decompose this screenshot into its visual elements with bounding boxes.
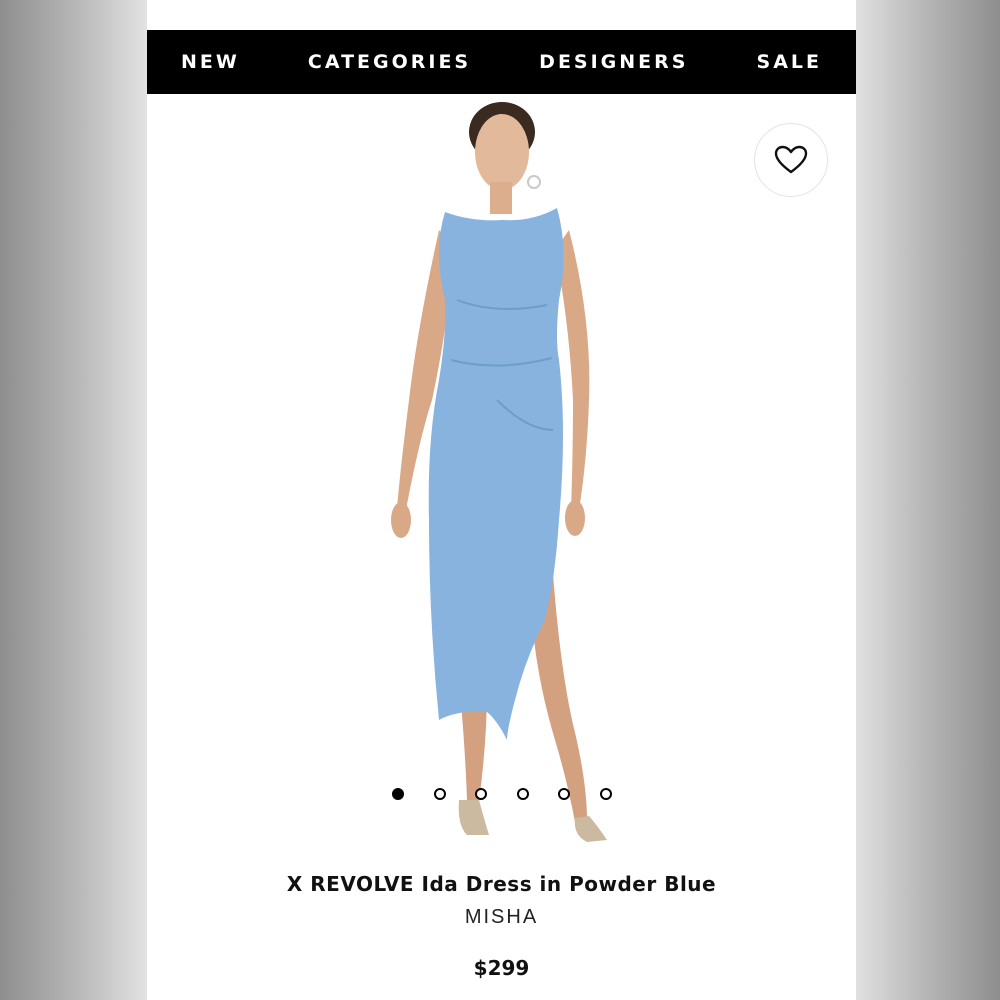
carousel-dot-6[interactable] (599, 788, 612, 800)
carousel-dot-5[interactable] (558, 788, 571, 800)
image-carousel-indicator (392, 786, 612, 802)
model-illustration (391, 102, 607, 842)
product-image[interactable] (347, 100, 647, 860)
carousel-dot-4[interactable] (516, 788, 529, 800)
top-nav: NEW CATEGORIES DESIGNERS SALE (147, 30, 856, 94)
carousel-dot-2[interactable] (433, 788, 446, 800)
product-title: X REVOLVE Ida Dress in Powder Blue (286, 872, 717, 896)
favorite-button[interactable] (754, 123, 828, 197)
nav-item-sale[interactable]: SALE (757, 51, 822, 73)
nav-item-new[interactable]: NEW (181, 51, 240, 73)
nav-item-categories[interactable]: CATEGORIES (308, 51, 471, 73)
carousel-dot-3[interactable] (475, 788, 488, 800)
phone-screen: NEW CATEGORIES DESIGNERS SALE X REVOLVE … (147, 0, 856, 1000)
carousel-dot-1[interactable] (392, 788, 404, 800)
product-price: $299 (473, 956, 530, 980)
heart-icon (774, 145, 808, 174)
nav-item-designers[interactable]: DESIGNERS (539, 51, 688, 73)
product-brand[interactable]: MISHA (147, 906, 856, 929)
